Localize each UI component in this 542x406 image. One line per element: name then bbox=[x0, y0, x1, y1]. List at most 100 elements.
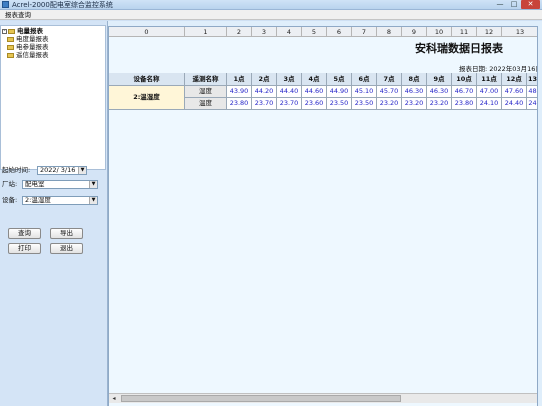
value-cell[interactable]: 24.40 bbox=[502, 98, 527, 110]
value-cell[interactable]: 47.00 bbox=[477, 86, 502, 98]
value-cell[interactable]: 23.20 bbox=[402, 98, 427, 110]
tree-item-label: 电量报表 bbox=[17, 27, 43, 35]
horizontal-scrollbar[interactable]: ◂ bbox=[109, 393, 537, 403]
report-date: 报表日期: 2022年03月16日 bbox=[459, 65, 538, 73]
value-cell[interactable]: 46.70 bbox=[452, 86, 477, 98]
value-cell[interactable]: 44.60 bbox=[302, 86, 327, 98]
header-hour: 2点 bbox=[252, 73, 277, 86]
value-cell[interactable]: 23.80 bbox=[452, 98, 477, 110]
value-cell[interactable]: 48 bbox=[527, 86, 537, 98]
menu-report-query[interactable]: 报表查询 bbox=[5, 10, 31, 20]
close-button[interactable]: ✕ bbox=[521, 0, 540, 9]
tree-item-label: 电度量报表 bbox=[16, 35, 49, 43]
value-cell[interactable]: 23.50 bbox=[327, 98, 352, 110]
value-cell[interactable]: 23.70 bbox=[277, 98, 302, 110]
report-frame: 0 1 2 3 4 5 6 7 8 9 10 11 12 13 安科瑞数据日报表… bbox=[108, 21, 542, 406]
start-time-label: 起始时间: bbox=[2, 166, 31, 174]
value-cell[interactable]: 23.80 bbox=[227, 98, 252, 110]
header-hour: 10点 bbox=[452, 73, 477, 86]
print-button[interactable]: 打印 bbox=[8, 243, 41, 254]
value-cell[interactable]: 23.20 bbox=[377, 98, 402, 110]
folder-icon bbox=[8, 28, 15, 34]
header-hour: 1点 bbox=[227, 73, 252, 86]
value-cell[interactable]: 43.90 bbox=[227, 86, 252, 98]
header-measure-name: 遥测名称 bbox=[185, 73, 227, 86]
value-cell[interactable]: 46.30 bbox=[427, 86, 452, 98]
window-title: Acrel-2000配电室综合监控系统 bbox=[12, 1, 113, 9]
report-tree: - 电量报表 电度量报表 电参量报表 遥信量报表 bbox=[0, 25, 106, 170]
value-cell[interactable]: 23.50 bbox=[352, 98, 377, 110]
column-number: 0 bbox=[109, 27, 185, 37]
tree-item-signals[interactable]: 遥信量报表 bbox=[7, 51, 49, 59]
station-value: 配电室 bbox=[25, 180, 45, 188]
tree-item-params[interactable]: 电参量报表 bbox=[7, 43, 49, 51]
tree-item-label: 遥信量报表 bbox=[16, 51, 49, 59]
header-hour: 13 bbox=[527, 73, 537, 86]
left-panel: - 电量报表 电度量报表 电参量报表 遥信量报表 起始时间: 2022/ 3/16… bbox=[0, 21, 108, 406]
start-time-value: 2022/ 3/16 bbox=[40, 166, 76, 174]
header-hour: 6点 bbox=[352, 73, 377, 86]
column-number: 13 bbox=[502, 27, 537, 37]
chevron-down-icon[interactable]: ▼ bbox=[78, 167, 86, 174]
header-hour: 12点 bbox=[502, 73, 527, 86]
column-number: 1 bbox=[185, 27, 227, 37]
value-cell[interactable]: 23.70 bbox=[252, 98, 277, 110]
value-cell[interactable]: 44.90 bbox=[327, 86, 352, 98]
station-select[interactable]: 配电室 ▼ bbox=[22, 180, 98, 189]
menu-bar: 报表查询 bbox=[0, 10, 542, 20]
header-device-name: 设备名称 bbox=[109, 73, 185, 86]
column-number: 12 bbox=[477, 27, 502, 37]
scroll-thumb[interactable] bbox=[121, 395, 401, 402]
folder-icon bbox=[7, 44, 14, 50]
column-number: 9 bbox=[402, 27, 427, 37]
column-number: 6 bbox=[327, 27, 352, 37]
station-label: 厂站: bbox=[2, 180, 18, 188]
query-button[interactable]: 查询 bbox=[8, 228, 41, 239]
collapse-icon[interactable]: - bbox=[2, 28, 7, 34]
header-hour: 8点 bbox=[402, 73, 427, 86]
header-hour: 11点 bbox=[477, 73, 502, 86]
value-cell[interactable]: 45.70 bbox=[377, 86, 402, 98]
start-time-picker[interactable]: 2022/ 3/16 ▼ bbox=[37, 166, 87, 175]
value-cell[interactable]: 23.60 bbox=[302, 98, 327, 110]
column-number: 7 bbox=[352, 27, 377, 37]
tree-item-energy[interactable]: 电度量报表 bbox=[7, 35, 49, 43]
report-title: 安科瑞数据日报表 bbox=[415, 42, 503, 55]
maximize-button[interactable]: □ bbox=[507, 0, 521, 9]
measure-name-cell[interactable]: 温度 bbox=[185, 98, 227, 110]
header-hour: 7点 bbox=[377, 73, 402, 86]
value-cell[interactable]: 45.10 bbox=[352, 86, 377, 98]
column-number: 10 bbox=[427, 27, 452, 37]
value-cell[interactable]: 23.20 bbox=[427, 98, 452, 110]
report-grid[interactable]: 0 1 2 3 4 5 6 7 8 9 10 11 12 13 安科瑞数据日报表… bbox=[108, 26, 538, 406]
folder-icon bbox=[7, 36, 14, 42]
scroll-left-arrow-icon[interactable]: ◂ bbox=[109, 394, 119, 403]
column-number: 3 bbox=[252, 27, 277, 37]
folder-icon bbox=[7, 52, 14, 58]
export-button[interactable]: 导出 bbox=[50, 228, 83, 239]
column-number: 4 bbox=[277, 27, 302, 37]
minimize-button[interactable]: — bbox=[493, 0, 507, 9]
title-bar: Acrel-2000配电室综合监控系统 — □ ✕ bbox=[0, 0, 542, 10]
chevron-down-icon[interactable]: ▼ bbox=[89, 197, 97, 204]
value-cell[interactable]: 46.30 bbox=[402, 86, 427, 98]
value-cell[interactable]: 24.10 bbox=[477, 98, 502, 110]
exit-button[interactable]: 退出 bbox=[50, 243, 83, 254]
device-name-cell[interactable]: 2:温湿度 bbox=[109, 86, 185, 110]
tree-item-root[interactable]: - 电量报表 bbox=[2, 27, 43, 35]
value-cell[interactable]: 44.40 bbox=[277, 86, 302, 98]
value-cell[interactable]: 47.60 bbox=[502, 86, 527, 98]
column-number: 11 bbox=[452, 27, 477, 37]
device-label: 设备: bbox=[2, 196, 18, 204]
tree-item-label: 电参量报表 bbox=[16, 43, 49, 51]
chevron-down-icon[interactable]: ▼ bbox=[89, 181, 97, 188]
device-select[interactable]: 2:温湿度 ▼ bbox=[22, 196, 98, 205]
measure-name-cell[interactable]: 湿度 bbox=[185, 86, 227, 98]
app-icon bbox=[2, 1, 9, 8]
header-hour: 5点 bbox=[327, 73, 352, 86]
value-cell[interactable]: 44.20 bbox=[252, 86, 277, 98]
device-value: 2:温湿度 bbox=[25, 196, 51, 204]
header-hour: 3点 bbox=[277, 73, 302, 86]
column-number: 8 bbox=[377, 27, 402, 37]
value-cell[interactable]: 24 bbox=[527, 98, 537, 110]
